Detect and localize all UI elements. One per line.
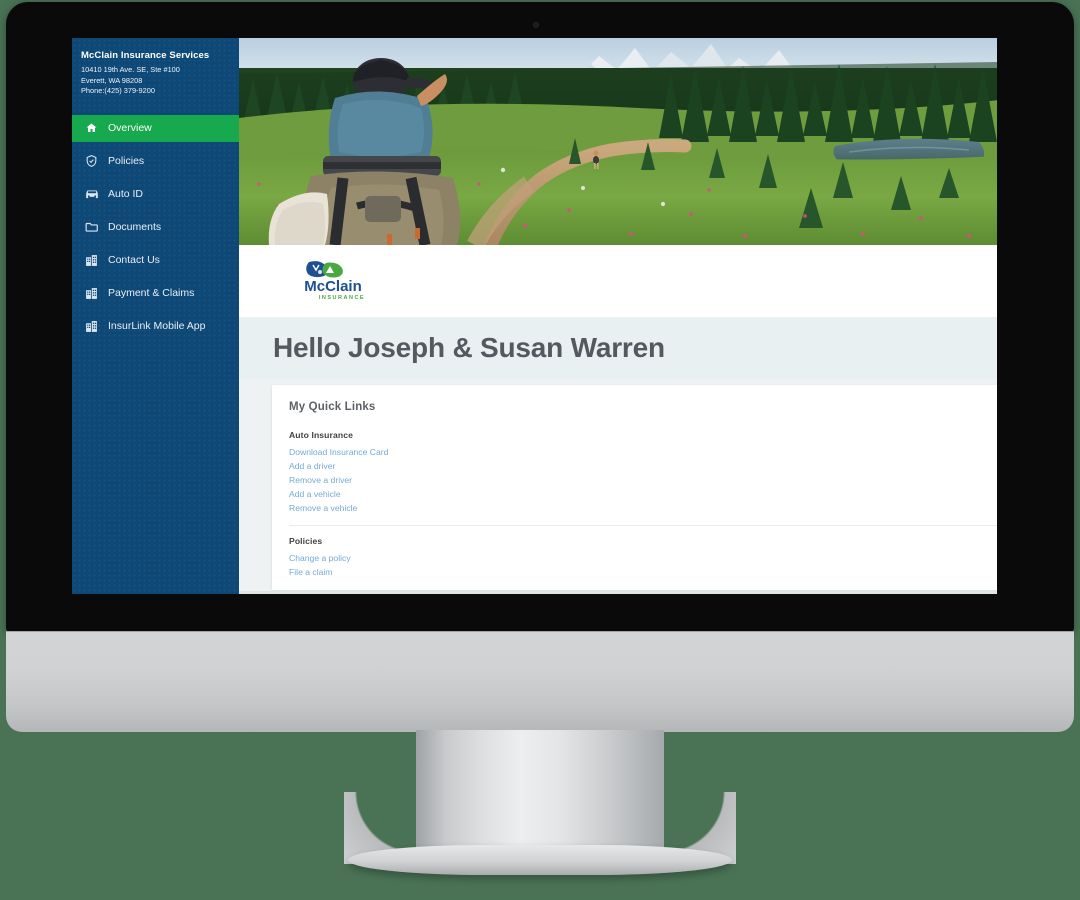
sidebar-item-label: Payment & Claims	[108, 287, 195, 299]
monitor: McClain Insurance Services 10410 19th Av…	[6, 2, 1074, 632]
group-heading: Auto Insurance	[289, 430, 353, 440]
building-icon	[84, 253, 99, 267]
link-download-insurance-card[interactable]: Download Insurance Card	[289, 445, 997, 459]
sidebar-item-auto-id[interactable]: Auto ID	[72, 181, 239, 208]
scene: McClain Insurance Services 10410 19th Av…	[0, 0, 1080, 900]
quick-links-group-policies: Policies Change a policy File a claim	[272, 526, 997, 579]
link-change-a-policy[interactable]: Change a policy	[289, 551, 997, 565]
mcclain-logo: McClain INSURANCE	[287, 259, 379, 303]
hero-photo	[239, 38, 997, 245]
sidebar-item-documents[interactable]: Documents	[72, 214, 239, 241]
link-remove-a-vehicle[interactable]: Remove a vehicle	[289, 501, 997, 515]
sidebar-item-insurlink-mobile-app[interactable]: InsurLink Mobile App	[72, 313, 239, 340]
link-remove-a-driver[interactable]: Remove a driver	[289, 473, 997, 487]
quick-links-group-auto-insurance: Auto Insurance Download Insurance Card A…	[272, 413, 997, 515]
svg-text:INSURANCE: INSURANCE	[319, 295, 365, 301]
monitor-chin	[6, 632, 1074, 732]
card-title: My Quick Links	[289, 401, 376, 413]
hero-illustration	[239, 38, 997, 245]
folder-icon	[84, 220, 99, 234]
brand-address-line1: 10410 19th Ave. SE, Ste #100	[81, 65, 180, 74]
screen: McClain Insurance Services 10410 19th Av…	[72, 38, 997, 594]
link-file-a-claim[interactable]: File a claim	[289, 565, 997, 579]
sidebar-item-payment-claims[interactable]: Payment & Claims	[72, 280, 239, 307]
content-body: My Quick Links Auto Insurance Download I…	[239, 379, 997, 594]
webcam-icon	[533, 22, 539, 28]
sidebar-item-policies[interactable]: Policies	[72, 148, 239, 175]
sidebar-item-label: Policies	[108, 155, 145, 167]
sidebar-item-overview[interactable]: Overview	[72, 114, 239, 142]
insurance-portal-app: McClain Insurance Services 10410 19th Av…	[72, 38, 997, 594]
sidebar-item-label: Documents	[108, 221, 162, 233]
logo-band: McClain INSURANCE	[239, 245, 997, 317]
building-icon	[84, 286, 99, 300]
link-add-a-vehicle[interactable]: Add a vehicle	[289, 487, 997, 501]
sidebar-item-label: Overview	[108, 122, 152, 134]
link-add-a-driver[interactable]: Add a driver	[289, 459, 997, 473]
sidebar-item-label: Auto ID	[108, 188, 144, 200]
group-heading: Policies	[289, 536, 323, 546]
screen-bottom-edge	[239, 591, 997, 594]
page-title: Hello Joseph & Susan Warren	[273, 332, 665, 363]
sidebar-brand: McClain Insurance Services 10410 19th Av…	[72, 38, 239, 107]
shield-check-icon	[84, 154, 99, 168]
main-content: McClain INSURANCE Hello Joseph & Susan W…	[239, 38, 997, 594]
building-icon	[84, 319, 99, 333]
greeting-band: Hello Joseph & Susan Warren	[239, 317, 997, 379]
monitor-neck	[416, 730, 664, 855]
sidebar: McClain Insurance Services 10410 19th Av…	[72, 38, 239, 594]
brand-phone: Phone:(425) 379-9200	[81, 86, 155, 95]
svg-text:McClain: McClain	[304, 278, 362, 295]
sidebar-item-contact-us[interactable]: Contact Us	[72, 247, 239, 274]
car-icon	[84, 187, 99, 201]
monitor-base	[348, 845, 732, 875]
sidebar-nav: Overview Policies Auto ID Documents Cont…	[72, 114, 239, 340]
home-icon	[84, 121, 99, 135]
sidebar-item-label: Contact Us	[108, 254, 160, 266]
quick-links-card: My Quick Links Auto Insurance Download I…	[272, 385, 997, 590]
brand-address-line2: Everett, WA 98208	[81, 75, 143, 85]
brand-name: McClain Insurance Services	[81, 50, 210, 61]
logo-icon: McClain INSURANCE	[304, 261, 365, 301]
sidebar-item-label: InsurLink Mobile App	[108, 320, 206, 332]
